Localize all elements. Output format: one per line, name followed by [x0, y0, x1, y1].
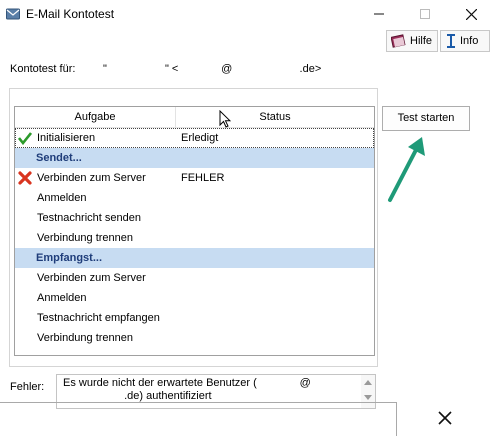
check-icon: [18, 132, 32, 145]
info-label: Info: [460, 35, 479, 47]
maximize-button[interactable]: [402, 0, 448, 28]
info-button[interactable]: Info: [440, 30, 490, 52]
table-header: Aufgabe Status: [15, 107, 374, 128]
maximize-icon: [420, 9, 430, 19]
table-row[interactable]: Anmelden: [15, 288, 374, 308]
task-name: Empfangst...: [36, 252, 103, 264]
error-scrollbar[interactable]: [361, 375, 375, 408]
task-status: Erledigt: [181, 132, 219, 144]
help-button[interactable]: Hilfe: [386, 30, 438, 52]
task-name: Testnachricht senden: [37, 212, 141, 224]
close-icon: [438, 411, 452, 425]
error-x-icon: [18, 171, 32, 185]
close-icon: [465, 8, 477, 20]
table-row[interactable]: Testnachricht senden: [15, 208, 374, 228]
task-name: Initialisieren: [37, 132, 96, 144]
table-section-row[interactable]: Empfangst...: [15, 248, 374, 268]
task-name: Anmelden: [37, 292, 87, 304]
column-header-aufgabe[interactable]: Aufgabe: [15, 107, 176, 127]
title-bar: E-Mail Kontotest: [0, 0, 493, 28]
table-section-row[interactable]: Sendet...: [15, 148, 374, 168]
bottom-divider: [0, 402, 396, 403]
task-status: FEHLER: [181, 172, 225, 184]
minimize-button[interactable]: [356, 0, 402, 28]
help-label: Hilfe: [410, 35, 433, 47]
error-text: Es wurde nicht der erwartete Benutzer ( …: [63, 377, 311, 402]
task-table[interactable]: Aufgabe Status Initialisieren Erledigt Sen…: [14, 106, 375, 356]
task-name: Testnachricht empfangen: [37, 312, 160, 324]
column-header-status[interactable]: Status: [176, 107, 374, 127]
bottom-separator: [396, 402, 397, 436]
table-row[interactable]: Anmelden: [15, 188, 374, 208]
scroll-up-icon[interactable]: [364, 379, 372, 385]
task-name: Verbindung trennen: [37, 332, 134, 344]
task-name: Verbinden zum Server: [37, 172, 146, 184]
close-window-button[interactable]: [448, 0, 493, 28]
table-row[interactable]: Verbindung trennen: [15, 328, 374, 348]
info-icon: [447, 34, 455, 48]
minimize-icon: [374, 13, 384, 15]
close-dialog-button[interactable]: [438, 411, 452, 428]
task-name: Sendet...: [36, 152, 82, 164]
task-name: Verbinden zum Server: [37, 272, 146, 284]
mouse-cursor-icon: [219, 110, 231, 128]
table-row[interactable]: Verbinden zum Server FEHLER: [15, 168, 374, 188]
arrow-annotation-icon: [388, 137, 425, 202]
mail-icon: [6, 8, 20, 20]
account-value: " " < @ .de>: [103, 63, 322, 75]
table-row[interactable]: Initialisieren Erledigt: [15, 128, 374, 148]
table-row[interactable]: Testnachricht empfangen: [15, 308, 374, 328]
table-row[interactable]: Verbindung trennen: [15, 228, 374, 248]
task-name: Verbindung trennen: [37, 232, 134, 244]
table-row[interactable]: Verbinden zum Server: [15, 268, 374, 288]
account-label: Kontotest für:: [10, 63, 76, 75]
scroll-down-icon[interactable]: [364, 395, 372, 401]
error-textbox[interactable]: Es wurde nicht der erwartete Benutzer ( …: [56, 374, 376, 409]
error-label: Fehler:: [10, 381, 45, 393]
book-icon: [391, 34, 406, 48]
window-title: E-Mail Kontotest: [26, 7, 115, 21]
task-name: Anmelden: [37, 192, 87, 204]
start-test-button[interactable]: Test starten: [382, 106, 470, 131]
